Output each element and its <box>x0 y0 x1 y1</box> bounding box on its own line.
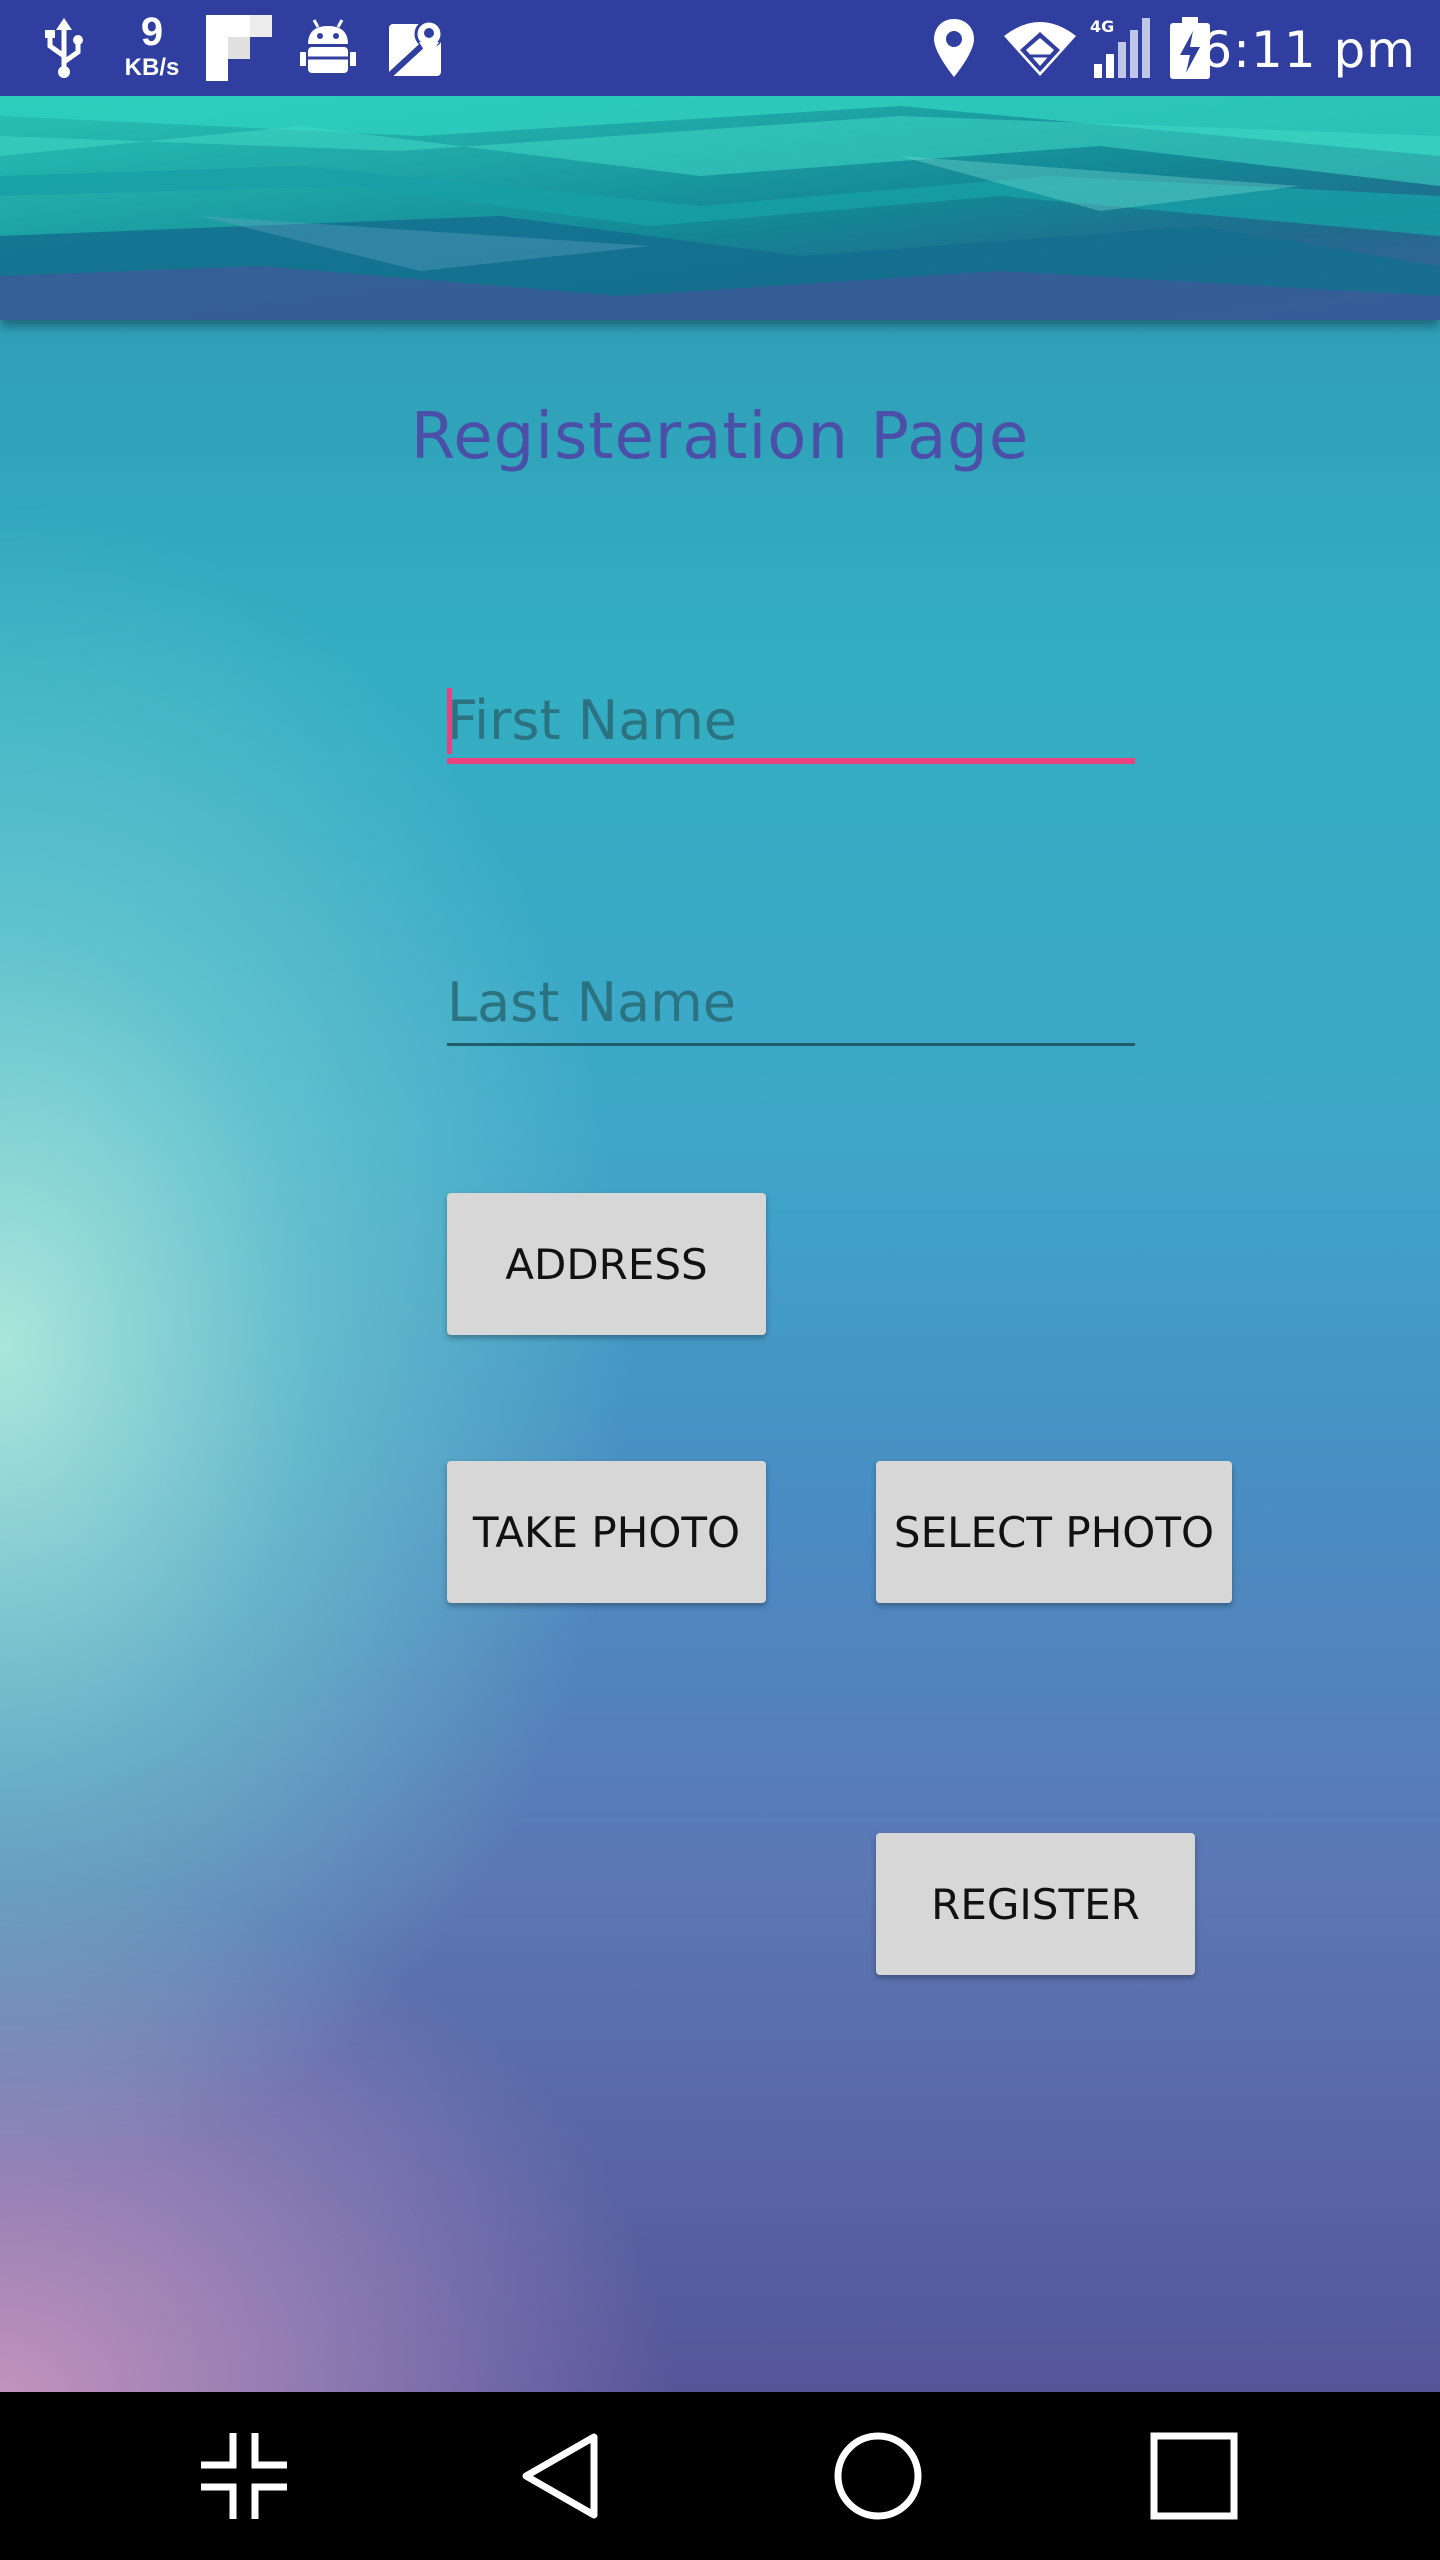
wifi-icon <box>1002 0 1078 96</box>
register-button[interactable]: REGISTER <box>876 1833 1195 1975</box>
status-bar: 9 KB/s 4G 6:11 pm <box>0 0 1440 96</box>
address-button[interactable]: ADDRESS <box>447 1193 766 1335</box>
home-icon[interactable] <box>798 2392 958 2560</box>
maps-icon <box>384 0 448 96</box>
first-name-input[interactable] <box>447 684 1135 756</box>
android-debug-icon <box>296 0 360 96</box>
app-screen: 9 KB/s 4G 6:11 pm Registeration Page Fir… <box>0 0 1440 2560</box>
last-name-input[interactable] <box>447 966 1135 1038</box>
navigation-bar <box>0 2392 1440 2560</box>
network-speed-indicator: 9 KB/s <box>112 10 192 86</box>
text-cursor <box>447 688 452 754</box>
first-name-underline <box>447 758 1135 764</box>
collapse-icon[interactable] <box>164 2392 324 2560</box>
signal-icon: 4G <box>1086 0 1152 96</box>
network-speed-unit: KB/s <box>124 54 180 81</box>
location-icon <box>926 0 982 96</box>
usb-icon <box>36 0 92 96</box>
take-photo-button[interactable]: TAKE PHOTO <box>447 1461 766 1603</box>
last-name-field[interactable] <box>447 966 1135 1046</box>
header-banner-image <box>0 96 1440 320</box>
network-type-label: 4G <box>1090 18 1114 36</box>
recents-icon[interactable] <box>1114 2392 1274 2560</box>
network-speed-value: 9 <box>140 10 164 54</box>
flipboard-icon <box>204 0 274 96</box>
select-photo-button[interactable]: SELECT PHOTO <box>876 1461 1232 1603</box>
back-icon[interactable] <box>480 2392 640 2560</box>
last-name-underline <box>447 1043 1135 1046</box>
first-name-field[interactable] <box>447 684 1135 764</box>
clock-time: 6:11 pm <box>1200 21 1416 79</box>
page-title: Registeration Page <box>410 400 1030 474</box>
